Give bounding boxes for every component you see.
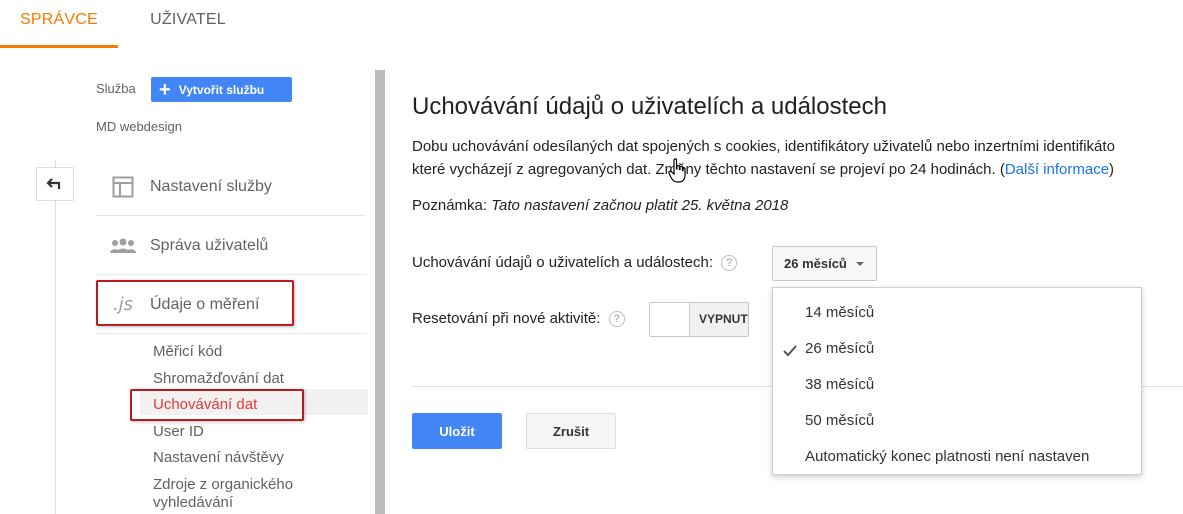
menu-option-38[interactable]: 38 měsíců [805, 376, 874, 393]
note-label: Poznámka: [412, 197, 488, 214]
note-text: Tato nastavení začnou platit 25. května … [491, 197, 789, 214]
people-icon [108, 238, 138, 254]
plus-icon: + [159, 78, 171, 101]
back-arrow-icon [46, 178, 61, 189]
sidebar-item-property-settings[interactable]: Nastavení služby [96, 158, 366, 216]
reset-label-text: Resetování při nové aktivitě: [412, 310, 601, 327]
highlight-box [96, 280, 294, 326]
property-name[interactable]: MD webdesign [96, 119, 182, 134]
sub-item-data-collection[interactable]: Shromažďování dat [153, 370, 284, 388]
save-button[interactable]: Uložit [412, 413, 502, 449]
nav-rail [55, 160, 56, 514]
description-line-1: Dobu uchovávání odesílaných dat spojenýc… [412, 138, 1115, 155]
page-title: Uchovávání údajů o uživatelích a událost… [412, 93, 887, 120]
sub-item-session-settings[interactable]: Nastavení návštěvy [153, 449, 284, 467]
description: Dobu uchovávání odesílaných dat spojenýc… [412, 135, 1183, 181]
retention-dropdown[interactable]: 26 měsíců [772, 246, 877, 281]
menu-option-14[interactable]: 14 měsíců [805, 304, 874, 321]
create-property-label: Vytvořit službu [178, 82, 265, 97]
menu-option-50[interactable]: 50 měsíců [805, 412, 874, 429]
sub-item-organic-sources[interactable]: Zdroje z organického [153, 476, 293, 494]
menu-option-26[interactable]: 26 měsíců [805, 340, 874, 357]
note: Poznámka: Tato nastavení začnou platit 2… [412, 197, 788, 214]
reset-toggle[interactable]: VYPNUTO [649, 302, 749, 337]
retention-label: Uchovávání údajů o uživatelích a událost… [412, 254, 738, 272]
sub-item-user-id[interactable]: User ID [153, 423, 204, 441]
hand-cursor-icon [668, 158, 686, 183]
sub-item-organic-sources-cont[interactable]: vyhledávání [153, 494, 233, 512]
toggle-state-label: VYPNUTO [699, 312, 748, 326]
help-icon[interactable]: ? [608, 311, 625, 328]
create-property-button[interactable]: + Vytvořit službu [151, 77, 292, 102]
sidebar-item-user-management[interactable]: Správa uživatelů [96, 217, 366, 275]
sidebar-scrollbar[interactable] [375, 70, 385, 514]
sidebar-item-label: Správa uživatelů [150, 236, 269, 254]
retention-dropdown-menu: 14 měsíců 26 měsíců 38 měsíců 50 měsíců … [772, 287, 1142, 475]
description-line-2: které vycházejí z agregovaných dat. Změn… [412, 158, 1183, 181]
highlight-box [130, 389, 304, 421]
back-button[interactable] [36, 167, 74, 201]
retention-dropdown-value: 26 měsíců [784, 256, 847, 271]
description-text: které vycházejí z agregovaných dat. Změn… [412, 161, 1005, 178]
menu-option-no-expiry[interactable]: Automatický konec platnosti není nastave… [805, 448, 1089, 465]
layout-icon [108, 176, 138, 198]
learn-more-link[interactable]: Další informace [1005, 161, 1109, 178]
help-icon[interactable]: ? [721, 255, 738, 272]
chevron-down-icon [855, 261, 864, 266]
sidebar-item-label: Nastavení služby [150, 177, 272, 195]
tab-user[interactable]: UŽIVATEL [136, 0, 240, 48]
sub-item-tracking-code[interactable]: Měřicí kód [153, 343, 222, 361]
cancel-button[interactable]: Zrušit [526, 413, 616, 449]
toggle-knob [650, 303, 690, 336]
retention-label-text: Uchovávání údajů o uživatelích a událost… [412, 254, 714, 271]
tab-admin[interactable]: SPRÁVCE [0, 0, 118, 48]
property-label: Služba [96, 81, 136, 96]
checkmark-icon [783, 345, 797, 357]
reset-label: Resetování při nové aktivitě: ? [412, 310, 625, 328]
description-end: ) [1109, 161, 1115, 178]
